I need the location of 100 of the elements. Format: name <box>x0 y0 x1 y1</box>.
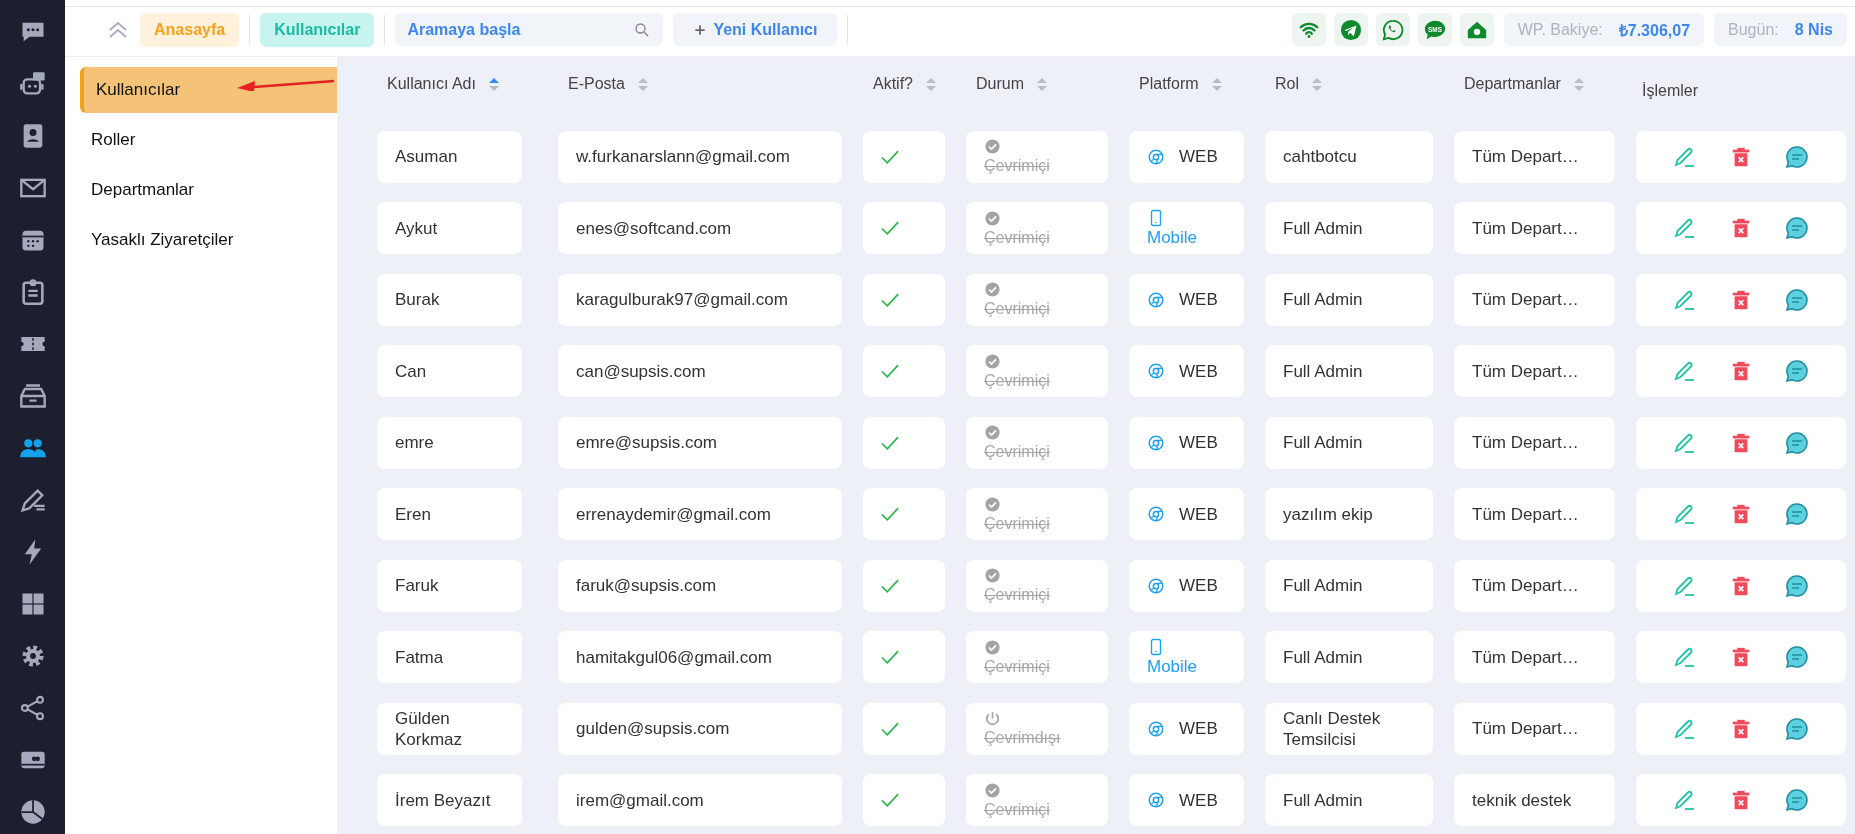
balance-label: WP. Bakiye: <box>1517 20 1603 39</box>
chat-icon[interactable] <box>1785 573 1810 598</box>
platform-label: WEB <box>1179 146 1218 167</box>
trash-icon[interactable] <box>1730 145 1752 168</box>
edit-icon[interactable] <box>1672 645 1697 669</box>
robot-icon[interactable] <box>18 70 47 98</box>
telegram-icon <box>1339 18 1362 41</box>
status-label: Çevrimiçi <box>984 299 1050 319</box>
trash-icon[interactable] <box>1730 646 1752 668</box>
trash-icon[interactable] <box>1730 789 1752 811</box>
column-header[interactable]: Rol <box>1275 75 1299 93</box>
pencil-icon[interactable] <box>18 486 47 514</box>
name-cell: Burak <box>377 273 522 326</box>
email-cell: faruk@supsis.com <box>558 559 842 612</box>
role-cell: Full Admin <box>1265 416 1433 469</box>
role-cell: Canlı Destek Temsilcisi <box>1265 702 1433 755</box>
departments-cell: Tüm Depart… <box>1454 488 1615 540</box>
departments-cell: Tüm Depart… <box>1454 273 1615 326</box>
platform-label: Mobile <box>1147 656 1198 677</box>
column-header[interactable]: Aktif? <box>873 75 913 93</box>
role-cell: Full Admin <box>1265 202 1433 254</box>
submenu-item[interactable]: Departmanlar <box>80 167 337 217</box>
role-cell: Full Admin <box>1265 774 1433 826</box>
departments-cell: teknik destek <box>1454 774 1615 826</box>
trash-icon[interactable] <box>1730 217 1752 239</box>
role-cell: Full Admin <box>1265 559 1433 612</box>
departments-cell: Tüm Depart… <box>1454 702 1615 755</box>
chat-icon[interactable] <box>1785 287 1810 312</box>
date-label: Bugün: <box>1728 20 1779 39</box>
status-label: Çevrimiçi <box>984 227 1050 248</box>
column-header[interactable]: Departmanlar <box>1464 75 1561 93</box>
submenu-item[interactable]: Roller <box>80 117 337 167</box>
name-cell: Gülden Korkmaz <box>377 702 522 755</box>
status-label: Çevrimiçi <box>984 156 1050 176</box>
chat-icon[interactable] <box>1785 502 1810 526</box>
edit-icon[interactable] <box>1672 502 1697 526</box>
platform-label: WEB <box>1179 503 1218 525</box>
chat-icon[interactable] <box>1785 216 1810 240</box>
column-header[interactable]: Platform <box>1139 75 1199 93</box>
trash-icon[interactable] <box>1730 288 1752 311</box>
platform-label: WEB <box>1179 360 1218 382</box>
chat-icon[interactable] <box>1785 144 1810 169</box>
chat-icon[interactable] <box>1785 645 1810 669</box>
role-cell: Full Admin <box>1265 345 1433 397</box>
email-cell: karagulburak97@gmail.com <box>558 273 842 326</box>
email-cell: hamitakgul06@gmail.com <box>558 631 842 683</box>
departments-cell: Tüm Depart… <box>1454 631 1615 683</box>
sort-icon[interactable] <box>487 76 500 92</box>
name-cell: emre <box>377 416 522 469</box>
column-header[interactable]: Durum <box>976 75 1024 93</box>
platform-label: WEB <box>1179 575 1218 596</box>
departments-cell: Tüm Depart… <box>1454 202 1615 254</box>
role-cell: Full Admin <box>1265 631 1433 683</box>
platform-label: WEB <box>1179 432 1218 453</box>
search-field[interactable]: Aramaya başla <box>395 13 664 46</box>
name-cell: Fatma <box>377 631 522 683</box>
status-label: Çevrimiçi <box>984 656 1050 677</box>
email-cell: enes@softcand.com <box>558 202 842 254</box>
trash-icon[interactable] <box>1730 574 1752 597</box>
edit-icon[interactable] <box>1672 788 1697 812</box>
submenu-item[interactable]: Yasaklı Ziyaretçiler <box>80 217 337 267</box>
status-label: Çevrimiçi <box>984 442 1050 462</box>
channel-button[interactable] <box>1333 13 1368 46</box>
status-label: Çevrimdışı <box>984 728 1061 748</box>
status-label: Çevrimiçi <box>984 799 1050 820</box>
submenu-item[interactable]: Kullanıcılar <box>80 67 337 113</box>
channel-button[interactable] <box>1291 13 1326 46</box>
email-cell: errenaydemir@gmail.com <box>558 488 842 540</box>
chat-icon[interactable] <box>1785 430 1810 455</box>
column-header[interactable]: İşlemler <box>1642 82 1698 100</box>
chat-icon[interactable] <box>1785 716 1810 741</box>
name-cell: Can <box>377 345 522 397</box>
email-cell: w.furkanarslann@gmail.com <box>558 130 842 183</box>
role-cell: cahtbotcu <box>1265 130 1433 183</box>
channel-button[interactable] <box>1375 13 1410 46</box>
status-label: Çevrimiçi <box>984 370 1050 391</box>
trash-icon[interactable] <box>1730 717 1752 740</box>
edit-icon[interactable] <box>1672 216 1697 240</box>
archive-drawer-icon[interactable] <box>18 382 47 410</box>
trash-icon[interactable] <box>1730 360 1752 382</box>
chat-icon[interactable] <box>1785 788 1810 812</box>
trash-icon[interactable] <box>1730 503 1752 525</box>
plus-icon <box>693 22 708 37</box>
column-header[interactable]: Kullanıcı Adı <box>387 75 476 93</box>
edit-icon[interactable] <box>1672 359 1697 383</box>
email-cell: gulden@supsis.com <box>558 702 842 755</box>
platform-label: WEB <box>1179 289 1218 310</box>
role-cell: yazılım ekip <box>1265 488 1433 540</box>
share-icon[interactable] <box>18 694 47 722</box>
pie-chart-icon[interactable] <box>18 798 47 826</box>
column-header[interactable]: E-Posta <box>568 75 625 93</box>
chat-icon[interactable] <box>1785 359 1810 383</box>
balance-value: ₺7.306,07 <box>1618 20 1691 41</box>
name-cell: Faruk <box>377 559 522 612</box>
channel-button[interactable] <box>1459 13 1494 46</box>
whatsapp-icon <box>1381 18 1404 41</box>
email-cell: emre@supsis.com <box>558 416 842 469</box>
email-cell: can@supsis.com <box>558 345 842 397</box>
trash-icon[interactable] <box>1730 431 1752 454</box>
departments-cell: Tüm Depart… <box>1454 559 1615 612</box>
